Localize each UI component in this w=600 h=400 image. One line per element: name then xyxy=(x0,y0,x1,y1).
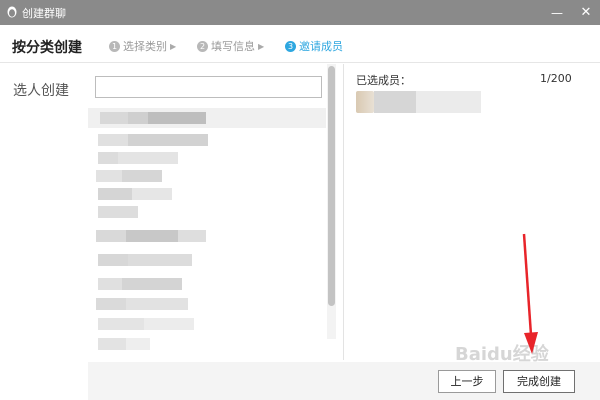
list-item[interactable] xyxy=(88,274,326,294)
blurred-content xyxy=(98,318,144,330)
blurred-content xyxy=(122,170,162,182)
panel-divider xyxy=(343,64,344,360)
list-item[interactable] xyxy=(88,166,326,186)
blurred-content xyxy=(178,230,206,242)
blurred-content xyxy=(100,112,128,124)
wizard-header: 按分类创建 1 选择类别 ▶ 2 填写信息 ▶ 3 邀请成员 xyxy=(0,25,600,63)
selected-members-label: 已选成员： xyxy=(356,74,411,87)
step-fill-info[interactable]: 2 填写信息 ▶ xyxy=(197,38,264,54)
avatar xyxy=(356,91,374,113)
list-item[interactable] xyxy=(88,334,326,354)
blurred-content xyxy=(126,338,150,350)
blurred-content xyxy=(98,338,126,350)
previous-step-button[interactable]: 上一步 xyxy=(438,370,496,393)
selected-count: 1/200 xyxy=(540,72,572,85)
window-title: 创建群聊 xyxy=(22,7,66,20)
member-list[interactable] xyxy=(88,108,326,360)
blurred-content xyxy=(118,152,178,164)
blurred-content xyxy=(96,230,126,242)
chevron-right-icon: ▶ xyxy=(258,41,265,51)
penguin-icon xyxy=(7,6,17,18)
step-number-icon: 1 xyxy=(109,40,120,52)
baidu-watermark: Baidu经验 xyxy=(455,340,549,366)
title-bar: 创建群聊 — ✕ xyxy=(0,0,600,25)
blurred-content xyxy=(144,318,194,330)
side-nav-label[interactable]: 选人创建 xyxy=(13,80,69,100)
watermark-text: Baidu经验 xyxy=(455,344,549,365)
blurred-content xyxy=(98,188,132,200)
step-label: 邀请成员 xyxy=(299,40,343,53)
blurred-content xyxy=(98,134,128,146)
list-item[interactable] xyxy=(88,130,326,150)
blurred-content xyxy=(132,188,172,200)
list-item[interactable] xyxy=(88,202,326,222)
list-item[interactable] xyxy=(88,184,326,204)
selected-member-item[interactable] xyxy=(356,89,481,115)
list-item[interactable] xyxy=(88,250,326,270)
scrollbar-thumb[interactable] xyxy=(328,66,335,306)
list-item[interactable] xyxy=(88,148,326,168)
blurred-content xyxy=(98,278,122,290)
blurred-content xyxy=(148,112,206,124)
blurred-content xyxy=(128,134,208,146)
blurred-content xyxy=(98,206,138,218)
step-number-icon: 2 xyxy=(197,40,208,52)
blurred-content xyxy=(96,170,122,182)
blurred-content xyxy=(98,254,128,266)
blurred-content xyxy=(122,278,182,290)
step-label: 选择类别 xyxy=(123,40,167,53)
chevron-right-icon: ▶ xyxy=(170,41,177,51)
page-title: 按分类创建 xyxy=(12,40,82,56)
search-input[interactable] xyxy=(95,76,322,98)
step-number-icon: 3 xyxy=(285,40,296,52)
blurred-content xyxy=(128,254,192,266)
close-button[interactable]: ✕ xyxy=(577,4,595,22)
step-choose-category[interactable]: 1 选择类别 ▶ xyxy=(109,38,176,54)
blurred-content xyxy=(126,230,178,242)
minimize-button[interactable]: — xyxy=(548,4,566,22)
blurred-content xyxy=(96,298,126,310)
list-item[interactable] xyxy=(88,226,326,246)
list-item[interactable] xyxy=(88,294,326,314)
blurred-content xyxy=(98,152,118,164)
list-item[interactable] xyxy=(88,108,326,128)
blurred-content xyxy=(374,91,416,113)
blurred-content xyxy=(126,298,188,310)
finish-create-button[interactable]: 完成创建 xyxy=(503,370,575,393)
list-item[interactable] xyxy=(88,314,326,334)
member-picker xyxy=(88,64,338,360)
blurred-content xyxy=(416,91,481,113)
step-invite-members[interactable]: 3 邀请成员 xyxy=(285,38,343,54)
step-label: 填写信息 xyxy=(211,40,255,53)
